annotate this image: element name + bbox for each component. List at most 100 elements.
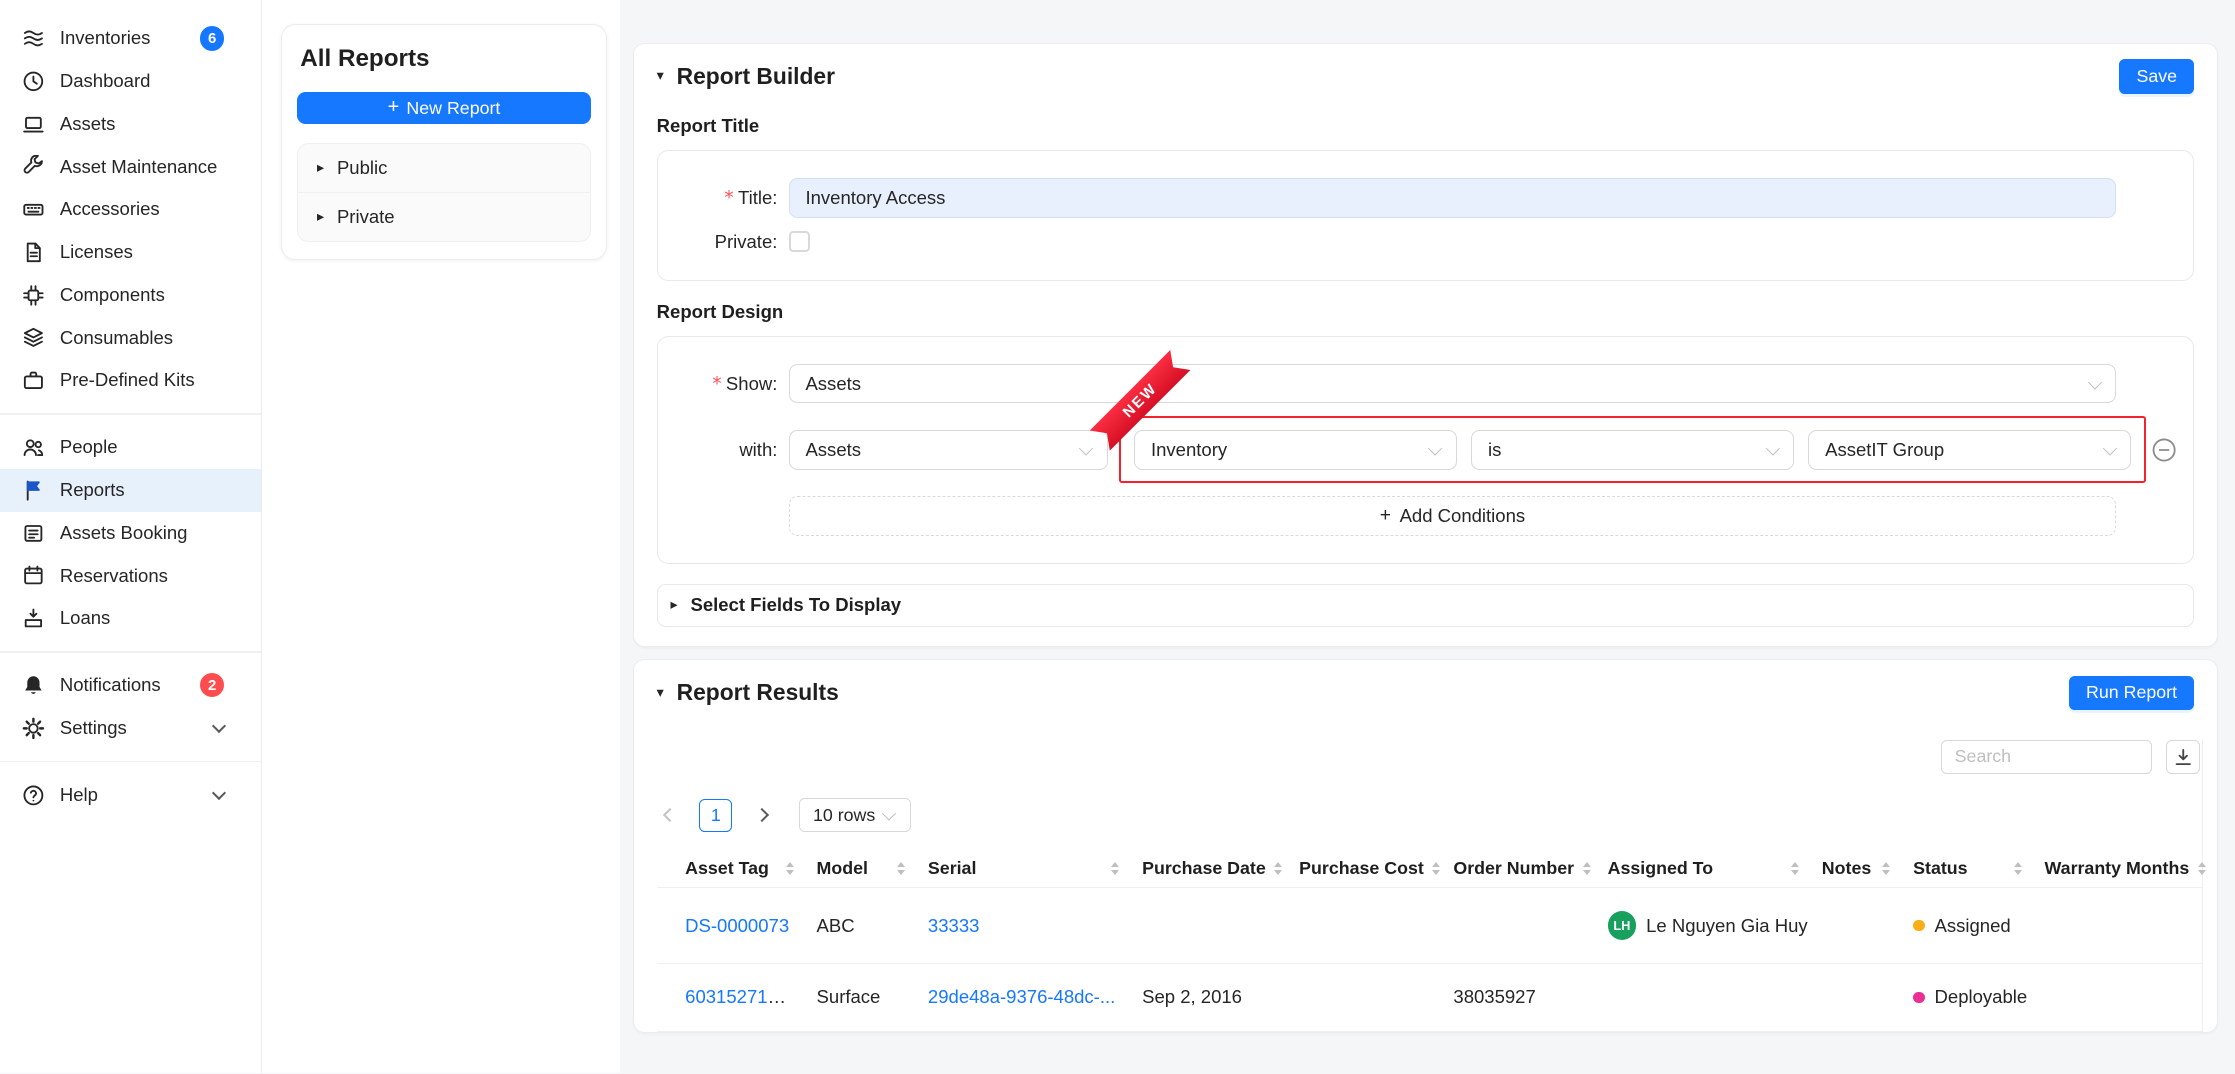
select-fields-label: Select Fields To Display bbox=[690, 594, 901, 616]
column-header-status[interactable]: Status bbox=[1902, 849, 2033, 888]
remove-condition-button[interactable] bbox=[2152, 438, 2176, 462]
sidebar-item-inventories[interactable]: Inventories6 bbox=[0, 17, 261, 60]
private-checkbox[interactable] bbox=[789, 231, 810, 252]
sidebar-divider bbox=[0, 761, 261, 762]
search-input[interactable] bbox=[1941, 740, 2152, 774]
new-report-label: New Report bbox=[406, 98, 500, 119]
rows-per-page-value: 10 rows bbox=[813, 805, 875, 826]
avatar: LH bbox=[1608, 911, 1637, 940]
run-report-button[interactable]: Run Report bbox=[2069, 676, 2194, 710]
column-header-model[interactable]: Model bbox=[805, 849, 916, 888]
report-builder-title: Report Builder bbox=[677, 63, 835, 90]
column-header-order-number[interactable]: Order Number bbox=[1442, 849, 1596, 888]
sidebar-item-label: Help bbox=[60, 784, 98, 806]
collapse-caret-down-icon[interactable]: ▾ bbox=[657, 69, 664, 83]
page-number-button[interactable]: 1 bbox=[699, 799, 732, 832]
add-conditions-label: Add Conditions bbox=[1400, 505, 1526, 527]
sidebar-item-label: Inventories bbox=[60, 27, 151, 49]
plus-icon: + bbox=[1380, 506, 1391, 525]
sidebar-item-consumables[interactable]: Consumables bbox=[0, 316, 261, 359]
condition-value-value: AssetIT Group bbox=[1825, 439, 1944, 461]
report-builder-card: ▾ Report Builder Save Report Title *Titl… bbox=[633, 43, 2218, 648]
chevron-down-icon bbox=[1428, 441, 1442, 455]
status-dot bbox=[1913, 992, 1924, 1003]
sidebar-item-reports[interactable]: Reports bbox=[0, 469, 261, 512]
title-input[interactable] bbox=[789, 178, 2116, 218]
sidebar-item-label: Loans bbox=[60, 607, 110, 629]
chevron-down-icon bbox=[1079, 441, 1093, 455]
model-cell: ABC bbox=[805, 888, 916, 963]
chevron-down-icon bbox=[882, 807, 896, 821]
column-header-asset-tag[interactable]: Asset Tag bbox=[657, 849, 806, 888]
sidebar-item-notifications[interactable]: Notifications2 bbox=[0, 664, 261, 707]
rows-per-page-select[interactable]: 10 rows bbox=[799, 798, 910, 832]
asset-tag-link[interactable]: 603152718-9123 bbox=[685, 986, 805, 1007]
add-conditions-button[interactable]: + Add Conditions bbox=[789, 496, 2116, 536]
sidebar-item-people[interactable]: People bbox=[0, 426, 261, 469]
sidebar-divider bbox=[0, 651, 261, 652]
condition-value-select[interactable]: AssetIT Group bbox=[1808, 430, 2131, 470]
caret-right-icon: ▸ bbox=[317, 161, 324, 175]
asset-tag-link[interactable]: DS-0000073 bbox=[685, 915, 789, 936]
report-design-heading: Report Design bbox=[657, 301, 2194, 323]
show-select[interactable]: Assets bbox=[789, 364, 2116, 404]
sidebar-item-settings[interactable]: Settings bbox=[0, 707, 261, 750]
sidebar-item-asset-maintenance[interactable]: Asset Maintenance bbox=[0, 145, 261, 188]
save-button[interactable]: Save bbox=[2119, 59, 2194, 93]
results-toolbar bbox=[657, 740, 2202, 774]
sidebar-item-assets-booking[interactable]: Assets Booking bbox=[0, 512, 261, 555]
report-title-fieldset: *Title: Private: bbox=[657, 150, 2194, 281]
sidebar-item-reservations[interactable]: Reservations bbox=[0, 554, 261, 597]
status-dot bbox=[1913, 920, 1924, 931]
sidebar-item-label: People bbox=[60, 436, 118, 458]
sidebar-item-assets[interactable]: Assets bbox=[0, 103, 261, 146]
all-reports-title: All Reports bbox=[300, 45, 590, 73]
column-header-purchase-date[interactable]: Purchase Date bbox=[1131, 849, 1288, 888]
column-header-warranty-months[interactable]: Warranty Months bbox=[2033, 849, 2202, 888]
column-header-assigned-to[interactable]: Assigned To bbox=[1596, 849, 1810, 888]
table-header-row: Asset TagModelSerialPurchase DatePurchas… bbox=[657, 849, 2202, 888]
report-design-fieldset: *Show: Assets with: Assets NE bbox=[657, 336, 2194, 564]
sidebar-item-label: Assets Booking bbox=[60, 522, 188, 544]
report-builder-header: ▾ Report Builder Save bbox=[634, 44, 2217, 107]
purchase-cost-cell bbox=[1288, 963, 1442, 1032]
sidebar: Inventories6DashboardAssets Asset Mainten… bbox=[0, 0, 262, 1073]
sidebar-item-licenses[interactable]: Licenses bbox=[0, 231, 261, 274]
notes-cell bbox=[1810, 963, 1901, 1032]
new-report-button[interactable]: + New Report bbox=[297, 92, 590, 125]
sidebar-item-accessories[interactable]: Accessories bbox=[0, 188, 261, 231]
select-fields-toggle[interactable]: ▸ Select Fields To Display bbox=[657, 584, 2194, 627]
people-icon bbox=[21, 435, 45, 459]
column-header-serial[interactable]: Serial bbox=[917, 849, 1131, 888]
report-group-public[interactable]: ▸ Public bbox=[298, 144, 589, 192]
group-label: Public bbox=[337, 157, 387, 179]
sidebar-item-loans[interactable]: Loans bbox=[0, 597, 261, 640]
condition-operator-select[interactable]: is bbox=[1471, 430, 1794, 470]
sort-icon bbox=[786, 862, 794, 875]
show-select-value: Assets bbox=[805, 373, 861, 395]
reports-icon bbox=[21, 478, 45, 502]
serial-link[interactable]: 29de48a-9376-48dc-... bbox=[928, 986, 1115, 1007]
sidebar-item-label: Asset Maintenance bbox=[60, 156, 217, 178]
prev-page-button[interactable] bbox=[657, 802, 683, 828]
column-header-notes[interactable]: Notes bbox=[1810, 849, 1901, 888]
sidebar-item-components[interactable]: Components bbox=[0, 274, 261, 317]
sidebar-item-help[interactable]: Help bbox=[0, 774, 261, 817]
column-header-purchase-cost[interactable]: Purchase Cost bbox=[1288, 849, 1442, 888]
with-select[interactable]: Assets bbox=[789, 430, 1108, 470]
next-page-button[interactable] bbox=[749, 802, 775, 828]
serial-link[interactable]: 33333 bbox=[928, 915, 980, 936]
model-cell: Surface bbox=[805, 963, 916, 1032]
download-button[interactable] bbox=[2166, 740, 2200, 774]
required-marker: * bbox=[724, 188, 733, 209]
collapse-caret-down-icon[interactable]: ▾ bbox=[657, 686, 664, 700]
sidebar-item-dashboard[interactable]: Dashboard bbox=[0, 60, 261, 103]
consumables-icon bbox=[21, 326, 45, 350]
sidebar-item-pre-defined-kits[interactable]: Pre-Defined Kits bbox=[0, 359, 261, 402]
sidebar-item-label: Components bbox=[60, 284, 165, 306]
sidebar-item-label: Reservations bbox=[60, 565, 168, 587]
condition-field-select[interactable]: Inventory bbox=[1134, 430, 1457, 470]
assigned-to-cell bbox=[1596, 963, 1810, 1032]
assigned-to-cell: LHLe Nguyen Gia Huy bbox=[1596, 888, 1810, 963]
report-group-private[interactable]: ▸Private bbox=[298, 192, 589, 240]
